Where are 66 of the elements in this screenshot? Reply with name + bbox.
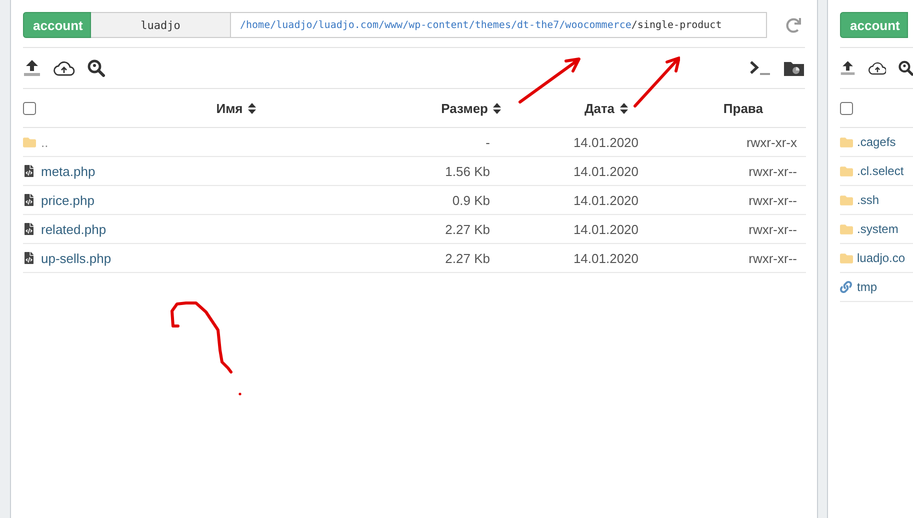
column-header[interactable]: Права [723, 100, 763, 116]
file-name-link[interactable]: .cagefs [857, 135, 896, 149]
path-current: /single-product [631, 20, 722, 30]
upload-icon[interactable] [23, 59, 41, 77]
path-link[interactable]: /luadjo [270, 20, 312, 30]
file-permissions: rwxr-xr-- [748, 250, 797, 266]
select-all-checkbox[interactable] [23, 102, 36, 114]
file-size: 1.56 Kb [445, 164, 490, 178]
folder-icon [840, 252, 853, 264]
code-file-icon [23, 194, 35, 206]
code-file-icon [23, 252, 35, 264]
folder-icon [840, 164, 853, 178]
file-name-link[interactable]: meta.php [41, 164, 96, 178]
file-name-link[interactable]: .cl.select [857, 164, 904, 178]
column-header[interactable]: Имя [216, 100, 256, 116]
file-name-link[interactable]: .ssh [857, 193, 880, 207]
path-link[interactable]: /www [378, 20, 403, 30]
column-header[interactable]: Размер [441, 100, 501, 116]
file-name-link[interactable]: up-sells.php [41, 250, 112, 266]
file-size: 2.27 Kb [445, 250, 490, 266]
file-size: 0.9 Kb [452, 192, 490, 208]
file-date: 14.01.2020 [573, 250, 639, 266]
file-date: 14.01.2020 [573, 164, 639, 178]
file-name-link[interactable]: related.php [41, 222, 106, 236]
file-permissions: rwxr-xr-- [748, 164, 797, 178]
path-link[interactable]: /woocommerce [559, 20, 632, 30]
path-link[interactable]: /luadjo.com [312, 20, 378, 30]
column-header[interactable]: Дата [584, 100, 628, 116]
path-field[interactable]: /home/luadjo/luadjo.com/www/wp-content/themes/dt-the7/woocommerce/single-product [231, 12, 767, 38]
file-name-link[interactable]: .. [41, 134, 48, 150]
path-link[interactable]: /dt-the7 [510, 20, 560, 30]
sort-icon[interactable] [493, 102, 501, 114]
refresh-icon[interactable] [786, 18, 801, 32]
folder-chart-icon[interactable] [783, 60, 805, 76]
terminal-icon[interactable] [749, 60, 771, 76]
file-permissions: rwxr-xr-x [746, 134, 797, 150]
upload-icon[interactable] [840, 59, 856, 77]
folder-icon [840, 136, 853, 148]
file-permissions: rwxr-xr-- [748, 192, 797, 208]
path-link[interactable]: /home [240, 20, 270, 30]
cloud-upload-icon[interactable] [53, 60, 75, 76]
folder-icon [23, 136, 36, 148]
file-size: 2.27 Kb [445, 222, 490, 236]
file-permissions: rwxr-xr-- [748, 222, 797, 236]
file-date: 14.01.2020 [573, 192, 639, 208]
path-link[interactable]: /wp-content [402, 20, 469, 30]
path-link[interactable]: /themes [468, 20, 511, 30]
sort-icon[interactable] [620, 102, 628, 114]
file-name-link[interactable]: price.php [41, 192, 94, 208]
file-name-link[interactable]: .system [857, 222, 898, 236]
user-field: luadjo [91, 12, 231, 38]
folder-icon [840, 194, 853, 206]
file-name-link[interactable]: luadjo.co [857, 251, 906, 265]
sort-icon[interactable] [248, 102, 256, 114]
code-file-icon [23, 165, 35, 177]
file-size: - [486, 134, 490, 150]
code-file-icon [23, 223, 35, 235]
file-name-link[interactable]: tmp [857, 280, 878, 294]
search-icon[interactable] [898, 59, 913, 77]
link-icon [840, 281, 852, 293]
file-date: 14.01.2020 [573, 134, 639, 150]
file-date: 14.01.2020 [573, 222, 639, 236]
folder-icon [840, 222, 853, 236]
select-all-checkbox[interactable] [840, 102, 853, 114]
cloud-upload-icon[interactable] [868, 60, 886, 76]
search-icon[interactable] [87, 59, 105, 77]
